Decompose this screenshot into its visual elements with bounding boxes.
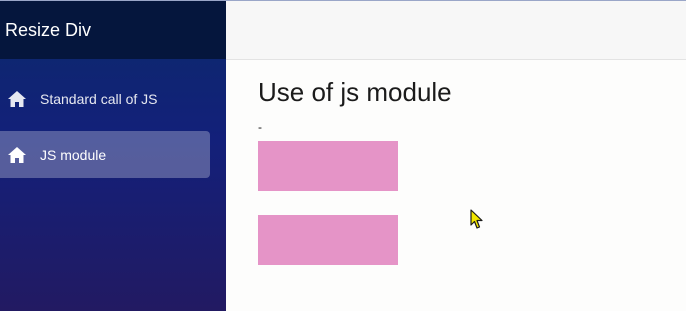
page-title: Use of js module [258,77,452,107]
sidebar-item-standard-call[interactable]: Standard call of JS [0,75,210,122]
sidebar-item-js-module[interactable]: JS module [0,131,210,178]
home-icon [8,146,26,163]
dash-text: - [258,120,262,134]
app-title[interactable]: Resize Div [0,20,91,41]
resizable-div[interactable] [258,215,398,265]
home-icon [8,90,26,107]
brand-bar: Resize Div [0,1,226,59]
sidebar: Resize Div Standard call of JS JS module [0,0,226,311]
mouse-cursor-icon [470,209,483,229]
resizable-div[interactable] [258,141,398,191]
sidebar-item-label: JS module [40,146,107,163]
sidebar-item-label: Standard call of JS [40,90,158,107]
top-bar [226,0,686,60]
